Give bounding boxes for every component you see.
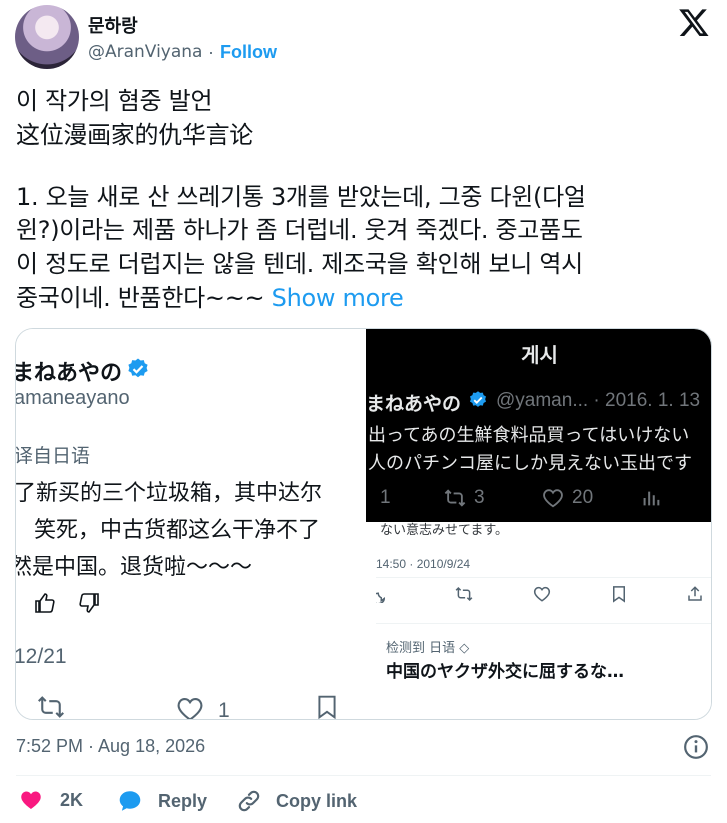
reply-label: Reply <box>158 790 208 811</box>
embedded-user-handle: amaneayano <box>16 387 130 409</box>
analytics-icon <box>643 491 660 506</box>
tweet-text-line: 이 정도로 더럽지는 않을 텐데. 제조국을 확인해 보니 역시 <box>16 250 583 278</box>
embedded-text-line: 出ってあの生鮮食料品買ってはいけない <box>368 425 690 446</box>
embedded-handle-date: @yaman... · 2016. 1. 13 <box>496 390 701 411</box>
left-screenshot-image[interactable]: まねあやの amaneayano 译自日语 了新买的三个垃圾箱，其中达尔 笑死，… <box>16 329 366 720</box>
embedded-divider <box>376 577 711 578</box>
tweet-text-line: 윈?)이라는 제품 하나가 좀 더럽네. 웃겨 죽겠다. 중고품도 <box>16 216 583 244</box>
retweet-icon <box>455 586 473 602</box>
post-title: 게시 <box>521 345 558 367</box>
translate-label: 译自日语 <box>16 445 91 467</box>
retweet-icon <box>38 696 64 718</box>
dark-post-card[interactable]: 게시 まねあやの @yaman... · 2016. 1. 13 出ってあの生鮮… <box>366 329 711 522</box>
embedded-text-line: 人のパチンコ屋にしか見えない玉出です <box>368 453 692 474</box>
embedded-text-line: 笑死，中古货都这么干净不了 <box>34 518 321 543</box>
media-container[interactable]: まねあやの amaneayano 译自日语 了新买的三个垃圾箱，其中达尔 笑死，… <box>15 328 712 720</box>
embedded-timestamp: 14:50 · 2010/9/24 <box>376 557 471 571</box>
share-icon <box>688 586 702 601</box>
tweet-text-last-line: 중국이네. 반품한다~~~ Show more <box>16 283 404 313</box>
copy-link-button[interactable]: Copy link <box>236 788 357 814</box>
embedded-user-name: まねあやの <box>366 393 462 415</box>
reply-count: 1 <box>380 487 391 508</box>
show-more-link[interactable]: Show more <box>272 284 404 312</box>
embedded-user-name: まねあやの <box>16 361 123 386</box>
like-heart-icon <box>543 489 563 508</box>
like-button[interactable]: 2K <box>18 788 83 812</box>
right-screenshot-image[interactable]: ない意志みせてます。 14:50 · 2010/9/24 检测到 日语 ◇ 中国… <box>366 329 711 719</box>
bookmark-icon <box>613 586 625 603</box>
like-heart-icon <box>177 698 203 719</box>
like-heart-icon <box>533 586 551 602</box>
tweet-text-line: 중국이네. 반품한다~~~ <box>16 284 272 312</box>
reply-button[interactable]: Reply <box>116 788 207 814</box>
footer-divider <box>16 775 711 776</box>
tweet-text-line: 1. 오늘 새로 산 쓰레기통 3개를 받았는데, 그중 다윈(다얼 <box>16 183 586 211</box>
x-logo-icon[interactable] <box>677 6 711 38</box>
follow-button[interactable]: Follow <box>220 42 277 63</box>
bookmark-icon <box>318 695 336 719</box>
retweet-count: 3 <box>474 487 485 508</box>
tweet-text-line: 这位漫画家的仇华言论 <box>16 121 253 149</box>
thumbs-down-icon <box>79 593 99 613</box>
avatar[interactable] <box>15 5 79 69</box>
like-count: 2K <box>60 789 84 810</box>
like-count: 20 <box>572 487 594 508</box>
copy-link-label: Copy link <box>276 790 358 811</box>
thumbs-up-icon <box>35 593 55 613</box>
heart-filled-icon <box>21 791 41 809</box>
tweet-text-line: 이 작가의 혐중 발언 <box>16 87 213 115</box>
embedded-date: 12/21 <box>16 645 67 668</box>
embedded-like-count: 1 <box>218 699 230 720</box>
verified-badge-icon <box>128 358 148 378</box>
translated-text: 中国のヤクザ外交に屈するな… <box>386 662 624 682</box>
user-handle[interactable]: @AranViyana <box>88 42 202 62</box>
info-icon[interactable] <box>683 734 709 760</box>
link-icon <box>238 790 260 812</box>
embedded-text-line: 了新买的三个垃圾箱，其中达尔 <box>16 481 323 506</box>
verified-badge-icon <box>470 391 486 407</box>
separator-dot: · <box>208 42 214 62</box>
embedded-text-line: 然是中国。退货啦～～～ <box>16 555 253 580</box>
reply-icon <box>376 592 386 603</box>
display-name[interactable]: 문하랑 <box>88 12 138 38</box>
detected-language-label: 检测到 日语 ◇ <box>386 641 470 656</box>
embedded-divider <box>376 623 711 624</box>
tweet-timestamp[interactable]: 7:52 PM · Aug 18, 2026 <box>16 736 205 757</box>
reply-bubble-icon <box>119 791 141 811</box>
retweet-icon <box>444 489 466 507</box>
